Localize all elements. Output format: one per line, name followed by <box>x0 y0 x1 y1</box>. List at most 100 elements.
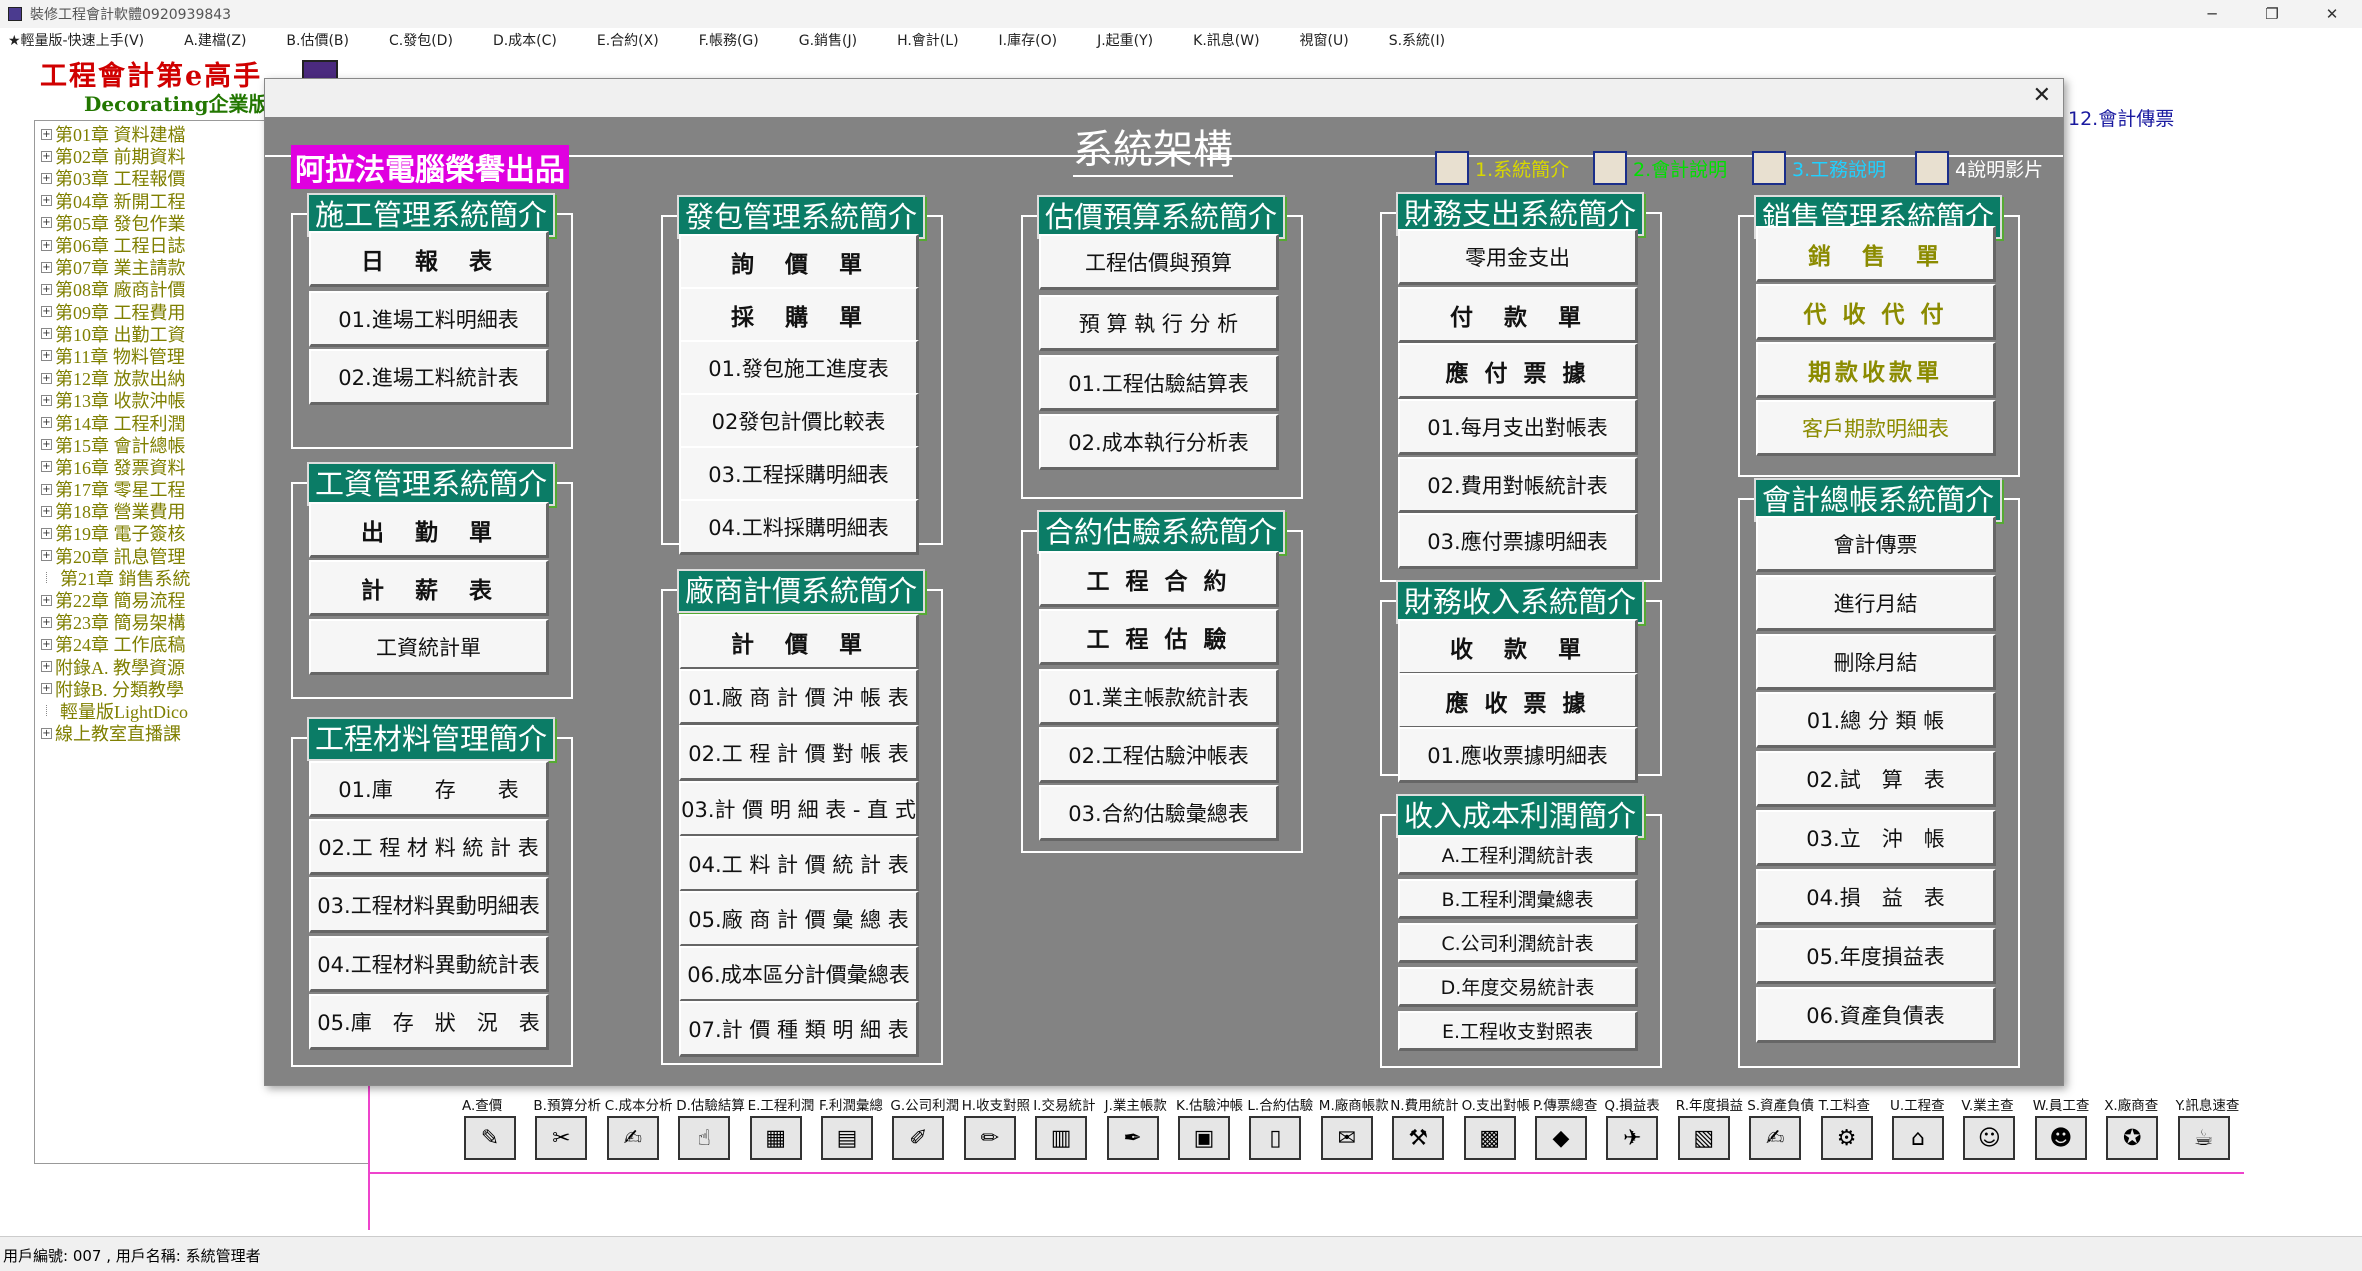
voucher-link[interactable]: 12.會計傳票 <box>2068 104 2174 131</box>
expand-icon[interactable]: + <box>41 217 52 229</box>
expense-button-5[interactable]: 02.費用對帳統計表 <box>1398 457 1638 513</box>
payroll-button-3[interactable]: 工資統計單 <box>309 619 549 675</box>
expense-button-3[interactable]: 應 付 票 據 <box>1398 343 1638 399</box>
toolbar-button[interactable]: I.交易統計 ▥ <box>1033 1094 1103 1162</box>
expand-icon[interactable]: + <box>41 483 52 495</box>
vendor-button-8[interactable]: 07.計 價 種 類 明 細 表 <box>679 1001 919 1057</box>
expense-button-6[interactable]: 03.應付票據明細表 <box>1398 513 1638 569</box>
toolbar-button[interactable]: M.廠商帳款 ✉ <box>1319 1094 1389 1162</box>
expand-icon[interactable]: + <box>41 505 52 517</box>
income-button-3[interactable]: 01.應收票據明細表 <box>1398 727 1638 783</box>
toolbar-button[interactable]: U.工程查 ⌂ <box>1890 1094 1960 1162</box>
expand-icon[interactable]: + <box>41 461 52 473</box>
group-title-income[interactable]: 財務收入系統簡介 <box>1396 580 1645 624</box>
group-title-profit[interactable]: 收入成本利潤簡介 <box>1396 794 1645 838</box>
menu-item[interactable]: 視窗(U) <box>1300 30 1349 50</box>
subcontract-button-3[interactable]: 01.發包施工進度表 <box>679 340 919 396</box>
menu-item[interactable]: A.建檔(Z) <box>184 30 246 50</box>
expand-icon[interactable]: + <box>41 128 52 140</box>
construction-button-3[interactable]: 02.進場工料統計表 <box>309 349 549 405</box>
toolbar-button[interactable]: T.工料查 ⚙ <box>1819 1094 1889 1162</box>
toolbar-button[interactable]: C.成本分析 ✍ <box>605 1094 675 1162</box>
vendor-button-4[interactable]: 03.計 價 明 細 表 - 直 式 <box>679 781 919 837</box>
expand-icon[interactable]: + <box>41 616 52 628</box>
expand-icon[interactable]: + <box>41 328 52 340</box>
material-button-2[interactable]: 02.工 程 材 料 統 計 表 <box>309 819 549 875</box>
sales-button-3[interactable]: 期款收款單 <box>1756 342 1996 398</box>
expand-icon[interactable]: + <box>41 727 52 739</box>
toolbar-button[interactable]: V.業主查 ☺ <box>1961 1094 2031 1162</box>
expense-button-4[interactable]: 01.每月支出對帳表 <box>1398 399 1638 455</box>
expense-button-2[interactable]: 付 款 單 <box>1398 287 1638 343</box>
ledger-button-7[interactable]: 04.損 益 表 <box>1756 869 1996 925</box>
menu-item[interactable]: I.庫存(O) <box>999 30 1058 50</box>
contract-button-4[interactable]: 02.工程估驗沖帳表 <box>1039 727 1279 783</box>
toolbar-button[interactable]: Y.訊息速查 ☕ <box>2176 1094 2246 1162</box>
toolbar-button[interactable]: B.預算分析 ✂ <box>533 1094 603 1162</box>
sales-button-4[interactable]: 客戶期款明細表 <box>1756 400 1996 456</box>
ledger-button-5[interactable]: 02.試 算 表 <box>1756 751 1996 807</box>
contract-button-2[interactable]: 工 程 估 驗 <box>1039 609 1279 665</box>
toolbar-button[interactable]: H.收支對照 ✏ <box>962 1094 1032 1162</box>
ledger-button-9[interactable]: 06.資產負債表 <box>1756 987 1996 1043</box>
profit-button-3[interactable]: C.公司利潤統計表 <box>1398 923 1638 963</box>
toolbar-button[interactable]: L.合約估驗 ▯ <box>1247 1094 1317 1162</box>
group-title-vendor[interactable]: 廠商計價系統簡介 <box>677 569 926 613</box>
header-link-1[interactable]: 1.系統簡介 <box>1435 151 1569 185</box>
construction-button-1[interactable]: 日 報 表 <box>309 231 549 287</box>
menu-item[interactable]: B.估價(B) <box>286 30 349 50</box>
sales-button-1[interactable]: 銷 售 單 <box>1756 226 1996 282</box>
toolbar-button[interactable]: J.業主帳款 ✒ <box>1105 1094 1175 1162</box>
menu-item[interactable]: C.發包(D) <box>389 30 453 50</box>
expand-icon[interactable]: + <box>41 417 52 429</box>
expand-icon[interactable]: + <box>41 638 52 650</box>
toolbar-button[interactable]: F.利潤彙總 ▤ <box>819 1094 889 1162</box>
close-window-button[interactable]: ✕ <box>2302 0 2362 28</box>
restore-button[interactable]: ❐ <box>2242 0 2302 28</box>
contract-button-3[interactable]: 01.業主帳款統計表 <box>1039 669 1279 725</box>
expand-icon[interactable]: + <box>41 683 52 695</box>
expand-icon[interactable]: + <box>41 350 52 362</box>
expand-icon[interactable]: + <box>41 372 52 384</box>
sales-button-2[interactable]: 代 收 代 付 <box>1756 284 1996 340</box>
toolbar-button[interactable]: R.年度損益 ▧ <box>1676 1094 1746 1162</box>
estimate-button-3[interactable]: 01.工程估驗結算表 <box>1039 355 1279 411</box>
material-button-4[interactable]: 04.工程材料異動統計表 <box>309 936 549 992</box>
expand-icon[interactable]: + <box>41 306 52 318</box>
menu-item[interactable]: ★輕量版-快速上手(V) <box>8 30 144 50</box>
payroll-button-1[interactable]: 出 勤 單 <box>309 502 549 558</box>
profit-button-5[interactable]: E.工程收支對照表 <box>1398 1011 1638 1051</box>
ledger-button-2[interactable]: 進行月結 <box>1756 575 1996 631</box>
toolbar-button[interactable]: X.廠商查 ✪ <box>2104 1094 2174 1162</box>
menu-item[interactable]: J.起重(Y) <box>1097 30 1153 50</box>
material-button-3[interactable]: 03.工程材料異動明細表 <box>309 877 549 933</box>
expand-icon[interactable]: + <box>41 283 52 295</box>
vendor-button-7[interactable]: 06.成本區分計價彙總表 <box>679 946 919 1002</box>
material-button-5[interactable]: 05.庫 存 狀 況 表 <box>309 994 549 1050</box>
estimate-button-4[interactable]: 02.成本執行分析表 <box>1039 414 1279 470</box>
expand-icon[interactable]: + <box>41 150 52 162</box>
menu-item[interactable]: F.帳務(G) <box>699 30 759 50</box>
vendor-button-2[interactable]: 01.廠 商 計 價 沖 帳 表 <box>679 669 919 725</box>
income-button-1[interactable]: 收 款 單 <box>1398 619 1638 675</box>
toolbar-button[interactable]: G.公司利潤 ✐ <box>890 1094 960 1162</box>
expense-button-1[interactable]: 零用金支出 <box>1398 229 1638 285</box>
expand-icon[interactable]: + <box>41 261 52 273</box>
expand-icon[interactable]: + <box>41 172 52 184</box>
expand-icon[interactable]: + <box>41 195 52 207</box>
vendor-button-1[interactable]: 計 價 單 <box>679 614 919 670</box>
toolbar-button[interactable]: N.費用統計 ⚒ <box>1390 1094 1460 1162</box>
toolbar-button[interactable]: P.傳票總查 ◆ <box>1533 1094 1603 1162</box>
dialog-close-button[interactable]: ✕ <box>2033 83 2051 108</box>
group-title-payroll[interactable]: 工資管理系統簡介 <box>307 462 556 506</box>
ledger-button-8[interactable]: 05.年度損益表 <box>1756 928 1996 984</box>
toolbar-button[interactable]: K.估驗沖帳 ▣ <box>1176 1094 1246 1162</box>
group-title-estimate[interactable]: 估價預算系統簡介 <box>1037 195 1286 239</box>
menu-item[interactable]: E.合約(X) <box>597 30 659 50</box>
header-link-4[interactable]: 4說明影片 <box>1915 151 2043 185</box>
expand-icon[interactable]: + <box>41 661 52 673</box>
menu-item[interactable]: G.銷售(J) <box>799 30 857 50</box>
contract-button-1[interactable]: 工 程 合 約 <box>1039 551 1279 607</box>
toolbar-button[interactable]: W.員工查 ☻ <box>2033 1094 2103 1162</box>
toolbar-button[interactable]: S.資產負債 ✍ <box>1747 1094 1817 1162</box>
